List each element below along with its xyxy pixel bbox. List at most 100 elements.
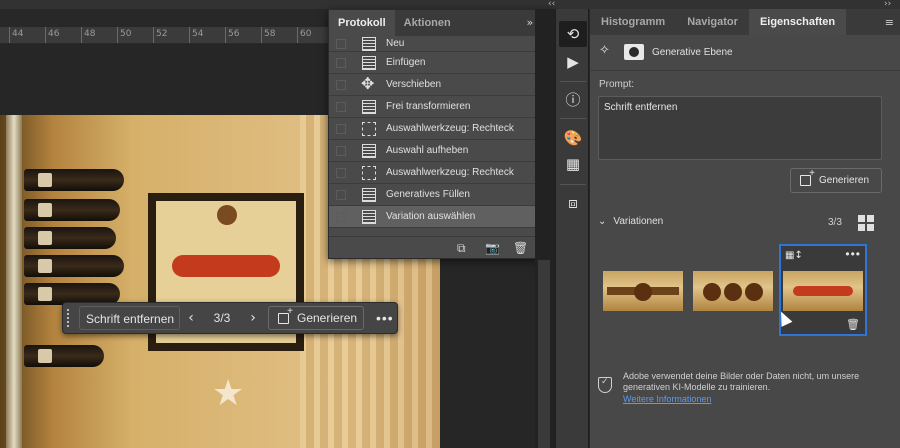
taskbar-generate-button[interactable]: Generieren <box>268 306 364 330</box>
canvas-vertical-scrollbar[interactable] <box>538 260 550 448</box>
more-options-icon[interactable]: ••• <box>376 310 394 326</box>
history-item-selected[interactable]: Variation auswählen <box>329 206 539 228</box>
layer-mask-icon <box>624 44 644 60</box>
more-info-link[interactable]: Weitere Informationen <box>623 394 863 405</box>
generate-icon <box>800 168 815 186</box>
wine-bottle-image-area <box>24 169 124 191</box>
history-item-label: Auswahl aufheben <box>386 145 469 156</box>
doc-icon <box>362 36 376 51</box>
camera-icon[interactable]: 📷 <box>485 241 500 255</box>
thumbnail-ball-area <box>634 283 652 301</box>
swatches-grid-icon[interactable]: ▦ <box>559 151 587 177</box>
history-item[interactable]: Neu <box>329 36 539 52</box>
wine-bottle-image-area <box>24 227 116 249</box>
panel-menu-icon[interactable]: ≡ <box>885 16 894 29</box>
layer-comps-icon[interactable]: ⧈ <box>559 190 587 216</box>
snapshot-checkbox[interactable] <box>336 167 346 178</box>
taskbar-generate-label: Generieren <box>297 311 358 325</box>
ruler-tick: 54 <box>188 27 204 43</box>
history-item[interactable]: Auswahlwerkzeug: Rechteck <box>329 118 539 140</box>
toolbar-divider <box>560 118 586 119</box>
delete-variation-icon[interactable]: 🗑 <box>846 318 860 331</box>
actions-play-icon[interactable]: ▶ <box>559 49 587 75</box>
drag-handle-icon[interactable] <box>67 309 73 327</box>
doc-icon <box>362 143 376 158</box>
variation-thumbnail-1[interactable] <box>603 271 683 311</box>
tab-eigenschaften[interactable]: Eigenschaften <box>748 9 847 35</box>
tab-aktionen[interactable]: Aktionen <box>395 10 460 36</box>
info-icon[interactable]: ⓘ <box>559 86 587 112</box>
wine-rack-image-area <box>6 115 22 448</box>
tab-histogramm[interactable]: Histogramm <box>590 9 676 35</box>
history-item[interactable]: Auswahlwerkzeug: Rechteck <box>329 162 539 184</box>
snapshot-checkbox[interactable] <box>336 189 346 200</box>
variation-thumbnail-2[interactable] <box>693 271 773 311</box>
star-ornament-image-area: ★ <box>212 373 245 414</box>
chevron-down-icon: ⌄ <box>598 216 607 227</box>
history-item-label: Neu <box>386 38 405 49</box>
variation-thumbnail-3-selected[interactable]: ▦↕ ••• 🗑 <box>779 244 867 336</box>
doc-icon <box>362 99 376 114</box>
doc-icon <box>362 209 376 224</box>
snapshot-checkbox[interactable] <box>336 57 346 68</box>
history-item[interactable]: Frei transformieren <box>329 96 539 118</box>
history-item-label: Auswahlwerkzeug: Rechteck <box>386 167 514 178</box>
history-item[interactable]: Verschieben <box>329 74 539 96</box>
history-item-label: Generatives Füllen <box>386 189 470 200</box>
next-variation-button[interactable]: › <box>242 310 264 326</box>
history-panel-icon[interactable]: ⟲ <box>559 21 587 47</box>
wine-bottle-image-area <box>24 345 104 367</box>
previous-variation-button[interactable]: ‹ <box>180 310 202 326</box>
history-item[interactable]: Auswahl aufheben <box>329 140 539 162</box>
ruler-tick: 50 <box>116 27 132 43</box>
prompt-textarea[interactable]: Schrift entfernen <box>598 96 882 160</box>
frame-seal-image-area <box>217 205 237 225</box>
history-item[interactable]: Generatives Füllen <box>329 184 539 206</box>
history-item-label: Auswahlwerkzeug: Rechteck <box>386 123 514 134</box>
prompt-label: Prompt: <box>599 79 635 90</box>
collapse-right-icon[interactable]: ›› <box>884 0 891 9</box>
snapshot-checkbox[interactable] <box>336 38 346 49</box>
snapshot-checkbox[interactable] <box>336 145 346 156</box>
more-options-icon[interactable]: ••• <box>845 247 861 261</box>
marquee-icon <box>362 121 376 136</box>
color-palette-icon[interactable]: 🎨 <box>559 125 587 151</box>
ruler-tick: 56 <box>224 27 240 43</box>
new-document-from-state-icon[interactable]: ⧉ <box>457 241 466 256</box>
ruler-tick: 58 <box>260 27 276 43</box>
grid-view-icon[interactable] <box>858 215 874 231</box>
shield-icon <box>598 377 612 393</box>
history-item-label: Einfügen <box>386 57 426 68</box>
frame-banner-image-area <box>172 255 280 277</box>
snapshot-checkbox[interactable] <box>336 79 346 90</box>
variation-info-icon[interactable]: ▦↕ <box>785 250 803 261</box>
move-icon <box>361 74 376 93</box>
doc-icon <box>362 187 376 202</box>
thumbnail-label-area <box>793 286 853 296</box>
ruler-tick: 44 <box>8 27 24 43</box>
collapse-left-icon[interactable]: ‹‹ <box>548 0 555 9</box>
snapshot-checkbox[interactable] <box>336 123 346 134</box>
wine-bottle-image-area <box>24 199 120 221</box>
toolbar-divider <box>560 184 586 185</box>
tab-protokoll[interactable]: Protokoll <box>329 10 395 36</box>
variations-section-toggle[interactable]: ⌄ Variationen <box>598 216 663 227</box>
privacy-notice-text: Adobe verwendet deine Bilder oder Daten … <box>623 371 863 405</box>
ruler-tick: 48 <box>80 27 96 43</box>
trash-icon[interactable]: 🗑 <box>513 241 528 255</box>
generate-button[interactable]: Generieren <box>790 168 882 193</box>
generative-layer-icon: ✧ <box>599 43 610 58</box>
layer-type-name: Generative Ebene <box>652 47 733 58</box>
toolbar-divider <box>560 81 586 82</box>
variations-label: Variationen <box>613 216 664 227</box>
properties-panel: Histogramm Navigator Eigenschaften ≡ ✧ G… <box>590 9 900 448</box>
properties-panel-tabs: Histogramm Navigator Eigenschaften ≡ <box>590 9 900 35</box>
snapshot-checkbox[interactable] <box>336 211 346 222</box>
taskbar-prompt-field[interactable]: Schrift entfernen <box>79 306 180 330</box>
snapshot-checkbox[interactable] <box>336 101 346 112</box>
tab-navigator[interactable]: Navigator <box>676 9 749 35</box>
ruler-tick: 52 <box>152 27 168 43</box>
history-item[interactable]: Einfügen <box>329 52 539 74</box>
top-collapse-strip: ‹‹ ›› <box>0 0 900 9</box>
contextual-taskbar: Schrift entfernen ‹ 3/3 › Generieren ••• <box>62 302 398 334</box>
